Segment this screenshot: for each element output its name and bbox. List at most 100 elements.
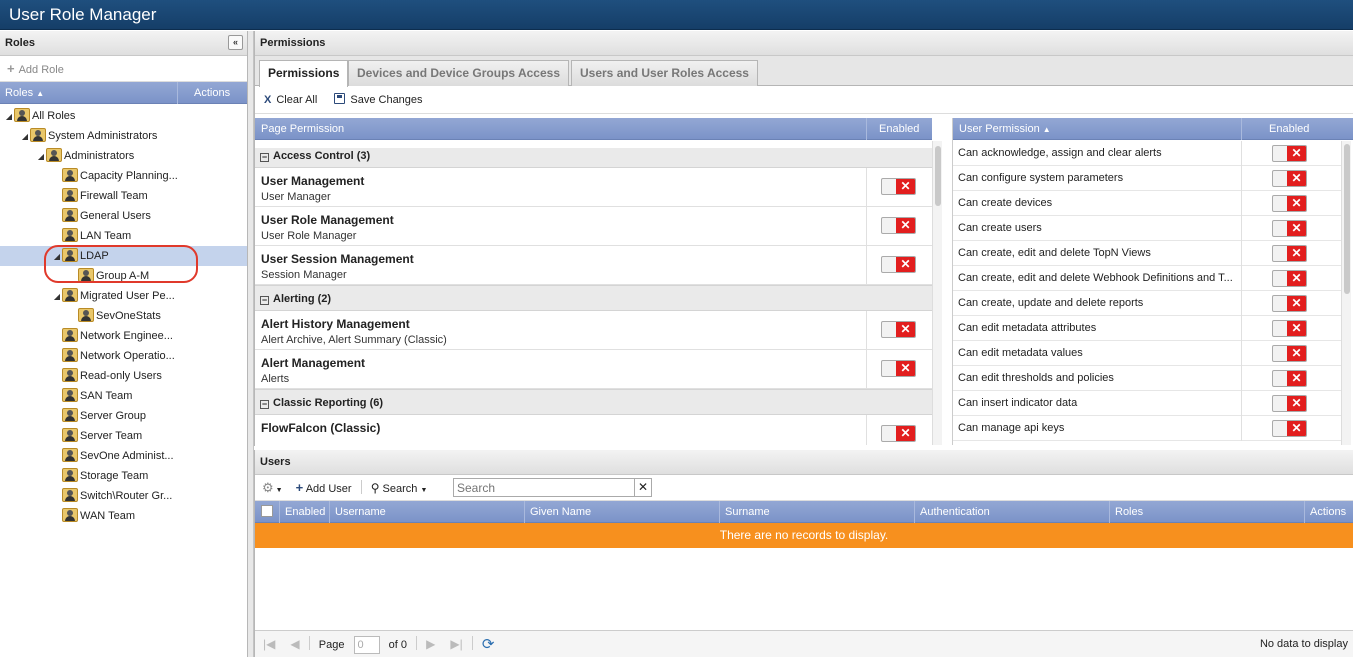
enabled-toggle[interactable]: ✕: [1272, 320, 1307, 337]
enabled-toggle[interactable]: ✕: [1272, 220, 1307, 237]
user-permission-row: Can create, edit and delete Webhook Defi…: [953, 266, 1341, 291]
page-permission-header: Page Permission Enabled: [255, 118, 932, 140]
permission-name: User Session Management: [261, 252, 414, 266]
collapse-group-icon[interactable]: −: [260, 400, 269, 409]
search-menu-button[interactable]: ⚲ Search ▼: [371, 481, 428, 495]
role-icon: [14, 108, 30, 122]
tree-item-label: SevOneStats: [96, 310, 161, 322]
tree-item[interactable]: WAN Team: [0, 506, 247, 526]
permission-group-header[interactable]: − Access Control (3): [255, 148, 932, 168]
enabled-toggle[interactable]: ✕: [1272, 195, 1307, 212]
chevron-down-icon: ▼: [420, 487, 428, 494]
gear-icon[interactable]: ⚙: [262, 480, 274, 495]
page-number-input[interactable]: 0: [353, 636, 380, 655]
clear-all-button[interactable]: X Clear All: [264, 94, 317, 106]
save-changes-label: Save Changes: [350, 94, 423, 106]
enabled-toggle[interactable]: ✕: [881, 217, 916, 234]
col-username[interactable]: Username: [330, 501, 525, 523]
enabled-toggle[interactable]: ✕: [1272, 420, 1307, 437]
expand-arrow-icon[interactable]: ◢: [4, 107, 14, 127]
tree-item-label: Network Operatio...: [80, 350, 175, 362]
add-user-button[interactable]: + Add User: [296, 480, 352, 495]
save-changes-button[interactable]: Save Changes: [334, 93, 423, 106]
enabled-toggle[interactable]: ✕: [881, 178, 916, 195]
enabled-toggle[interactable]: ✕: [1272, 270, 1307, 287]
tree-item[interactable]: Switch\Router Gr...: [0, 486, 247, 506]
roles-column-roles[interactable]: Roles ▲: [5, 82, 44, 105]
enabled-toggle[interactable]: ✕: [1272, 370, 1307, 387]
roles-panel: Roles « + Add Role Roles ▲ Actions ◢ All R…: [0, 31, 248, 657]
permission-group-header[interactable]: − Classic Reporting (6): [255, 389, 932, 415]
select-all-checkbox[interactable]: [255, 501, 280, 523]
tree-item[interactable]: ◢ Migrated User Pe...: [0, 286, 247, 306]
page-permission-col[interactable]: Page Permission: [261, 118, 344, 140]
tree-item-label: Switch\Router Gr...: [80, 490, 173, 502]
enabled-toggle[interactable]: ✕: [881, 321, 916, 338]
enabled-toggle[interactable]: ✕: [881, 256, 916, 273]
enabled-toggle[interactable]: ✕: [1272, 345, 1307, 362]
tree-item[interactable]: SAN Team: [0, 386, 247, 406]
enabled-toggle[interactable]: ✕: [1272, 145, 1307, 162]
add-role-button[interactable]: + Add Role: [0, 56, 247, 82]
tree-item[interactable]: SevOneStats: [0, 306, 247, 326]
tree-item[interactable]: Capacity Planning...: [0, 166, 247, 186]
col-given-name[interactable]: Given Name: [525, 501, 720, 523]
prev-page-icon[interactable]: ◀: [290, 637, 299, 651]
user-permission-row: Can acknowledge, assign and clear alerts…: [953, 141, 1341, 166]
tree-item[interactable]: General Users: [0, 206, 247, 226]
chevron-down-icon[interactable]: ▼: [276, 487, 283, 494]
expand-arrow-icon[interactable]: ◢: [36, 147, 46, 167]
permission-group-header[interactable]: − Alerting (2): [255, 285, 932, 311]
sort-asc-icon: ▲: [36, 89, 45, 98]
col-roles[interactable]: Roles: [1110, 501, 1305, 523]
tree-item[interactable]: Network Enginee...: [0, 326, 247, 346]
tree-item[interactable]: Server Group: [0, 406, 247, 426]
tree-item-label: LAN Team: [80, 230, 132, 242]
page-permission-scrollbar[interactable]: [932, 141, 942, 445]
user-enabled-col[interactable]: Enabled: [1269, 118, 1309, 140]
col-surname[interactable]: Surname: [720, 501, 915, 523]
tab-permissions[interactable]: Permissions: [259, 60, 349, 87]
tree-item[interactable]: LAN Team: [0, 226, 247, 246]
user-permission-label: Can manage api keys: [958, 422, 1065, 434]
refresh-icon[interactable]: ⟳: [482, 636, 495, 653]
page-label: Page: [318, 639, 345, 651]
enabled-toggle[interactable]: ✕: [881, 425, 916, 442]
tree-item[interactable]: Firewall Team: [0, 186, 247, 206]
disabled-x-icon: ✕: [1287, 321, 1306, 336]
last-page-icon[interactable]: ▶|: [450, 637, 462, 651]
expand-arrow-icon[interactable]: ◢: [52, 287, 62, 307]
col-authentication[interactable]: Authentication: [915, 501, 1110, 523]
first-page-icon[interactable]: |◀: [263, 637, 275, 651]
tree-item[interactable]: Storage Team: [0, 466, 247, 486]
enabled-toggle[interactable]: ✕: [1272, 395, 1307, 412]
tree-item[interactable]: ◢ All Roles: [0, 106, 247, 126]
tab-devices-access[interactable]: Devices and Device Groups Access: [348, 60, 569, 86]
clear-search-icon[interactable]: ✕: [635, 478, 652, 497]
tree-item-label: SevOne Administ...: [80, 450, 174, 462]
collapse-panel-icon[interactable]: «: [228, 35, 243, 50]
enabled-toggle[interactable]: ✕: [1272, 295, 1307, 312]
tree-item[interactable]: Read-only Users: [0, 366, 247, 386]
collapse-group-icon[interactable]: −: [260, 296, 269, 305]
tree-item[interactable]: Network Operatio...: [0, 346, 247, 366]
tree-item[interactable]: ◢ Administrators: [0, 146, 247, 166]
next-page-icon[interactable]: ▶: [426, 637, 435, 651]
tree-item-label: General Users: [80, 210, 151, 222]
role-icon: [62, 208, 78, 222]
search-input[interactable]: [453, 478, 635, 497]
user-permission-scrollbar[interactable]: [1341, 141, 1351, 445]
tree-item[interactable]: SevOne Administ...: [0, 446, 247, 466]
tree-item[interactable]: Server Team: [0, 426, 247, 446]
enabled-col[interactable]: Enabled: [879, 118, 919, 140]
expand-arrow-icon[interactable]: ◢: [20, 127, 30, 147]
col-enabled[interactable]: Enabled: [280, 501, 330, 523]
tree-item[interactable]: ◢ System Administrators: [0, 126, 247, 146]
collapse-group-icon[interactable]: −: [260, 153, 269, 162]
tab-users-access[interactable]: Users and User Roles Access: [571, 60, 758, 86]
enabled-toggle[interactable]: ✕: [881, 360, 916, 377]
enabled-toggle[interactable]: ✕: [1272, 245, 1307, 262]
user-permission-label: Can edit metadata attributes: [958, 322, 1097, 334]
user-permission-col[interactable]: User Permission ▲: [959, 118, 1051, 141]
enabled-toggle[interactable]: ✕: [1272, 170, 1307, 187]
